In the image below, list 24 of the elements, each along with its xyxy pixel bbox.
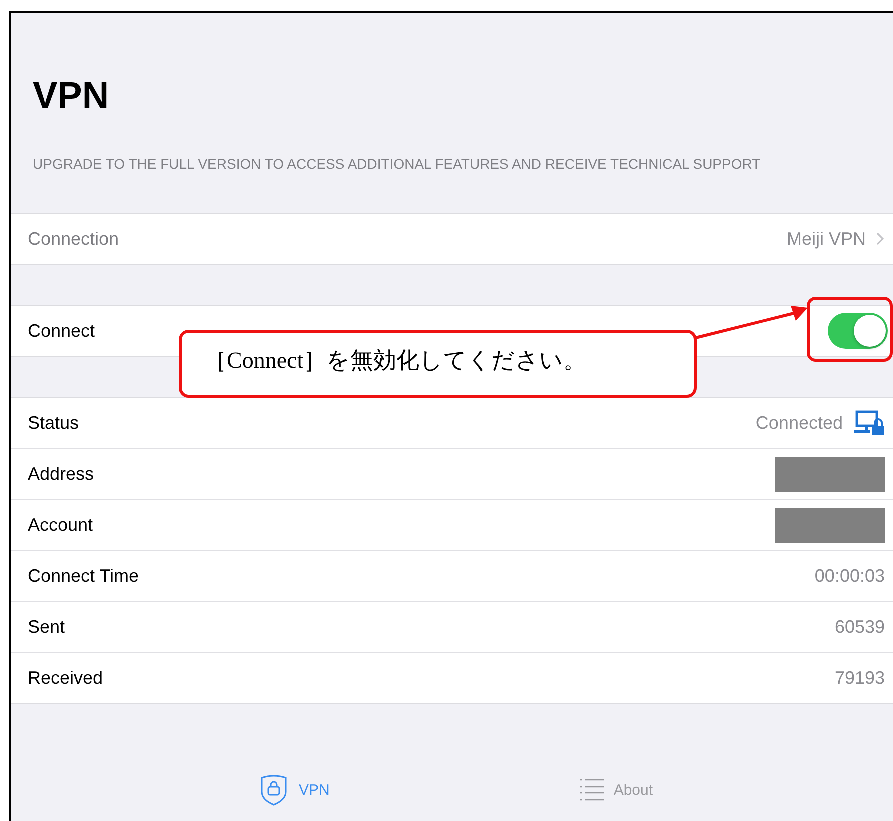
list-icon bbox=[580, 779, 604, 801]
computer-lock-icon bbox=[853, 410, 885, 436]
tab[interactable]: About bbox=[580, 774, 654, 806]
row-label: Connect Time bbox=[28, 566, 140, 586]
instruction-callout: ［Connect］を無効化してください。 bbox=[179, 330, 697, 398]
row-value: 60539 bbox=[834, 616, 885, 638]
row-label: Address bbox=[28, 464, 94, 484]
row-label: Account bbox=[28, 514, 94, 536]
upgrade-notice: UPGRADE TO THE FULL VERSION TO ACCESS ADDITIONAL FEATURES AND RECEIVE TECHNICAL SUPPORT bbox=[33, 156, 762, 172]
connection-row[interactable]: Connection Meiji VPN bbox=[11, 214, 893, 264]
row-value: 79193 bbox=[834, 668, 885, 688]
row-value: 00:00:03 bbox=[814, 566, 885, 586]
row-label: Sent bbox=[28, 616, 66, 638]
row-value: Connected bbox=[756, 412, 843, 434]
row-label: Connect bbox=[28, 320, 96, 342]
row-label: Received bbox=[28, 668, 104, 688]
shield-lock-icon bbox=[258, 774, 289, 806]
row-value: Meiji VPN bbox=[786, 228, 866, 250]
connect-toggle[interactable] bbox=[828, 313, 888, 349]
row-label: Connection bbox=[28, 228, 120, 250]
tab[interactable]: VPN bbox=[258, 774, 330, 806]
chevron-icon bbox=[876, 232, 885, 246]
row-label: Status bbox=[28, 412, 80, 434]
page-title: VPN bbox=[33, 75, 110, 117]
